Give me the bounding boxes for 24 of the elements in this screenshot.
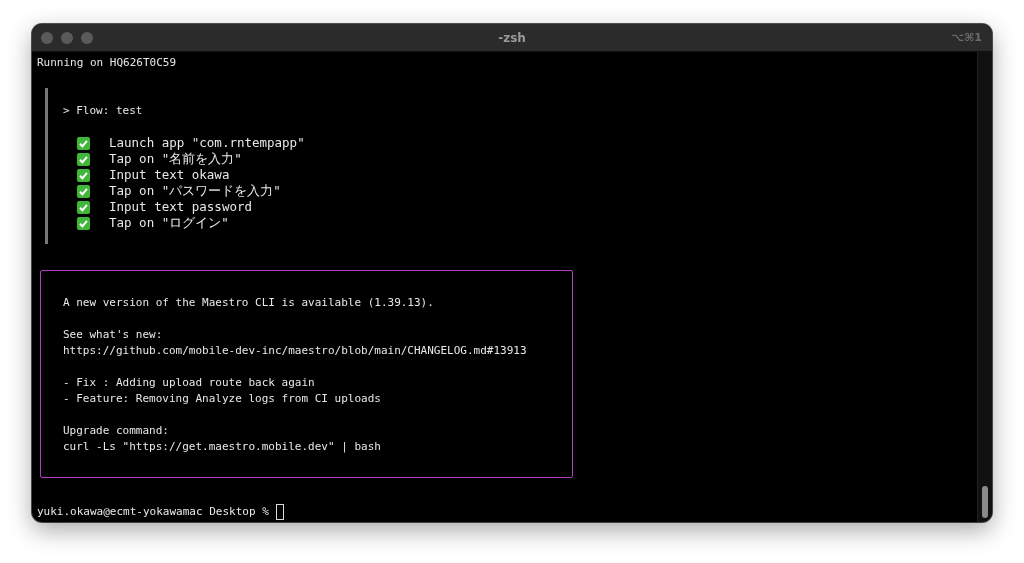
step-text: Input text okawa (109, 167, 230, 183)
window-control[interactable] (61, 31, 73, 44)
notice-line: Upgrade command: (63, 423, 170, 439)
cursor (275, 504, 284, 520)
scroll-thumb[interactable] (982, 486, 988, 518)
window-control[interactable] (81, 31, 93, 44)
shell-prompt: yuki.okawa@ecmt-yokawamac Desktop % (37, 504, 269, 520)
step-text: Launch app "com.rntempapp" (109, 135, 305, 151)
step-text: Tap on "ログイン" (109, 215, 229, 231)
window-title: -zsh (497, 30, 527, 45)
notice-line: See what's new: (63, 327, 164, 343)
shortcut-label: ⌥⌘1 (950, 31, 983, 44)
notice-line: curl -Ls "https://get.maestro.mobile.dev" | bash (63, 439, 382, 455)
output-line: Running on HQ626T0C59 (37, 55, 178, 71)
notice-line: https://github.com/mobile-dev-inc/maestro/blob/main/CHANGELOG.md#13913 (63, 343, 528, 359)
step-text: Tap on "名前を入力" (109, 151, 242, 167)
window-control[interactable] (41, 31, 53, 44)
step-text: Input text password (109, 199, 252, 215)
notice-line: - Feature: Removing Analyze logs from CI uploads (63, 391, 382, 407)
notice-line: A new version of the Maestro CLI is available (1.39.13). (63, 295, 435, 311)
flow-header: > Flow: test (63, 103, 144, 119)
step-text: Tap on "パスワードを入力" (109, 183, 281, 199)
scrollbar[interactable] (977, 52, 992, 522)
notice-line: - Fix : Adding upload route back again (63, 375, 316, 391)
